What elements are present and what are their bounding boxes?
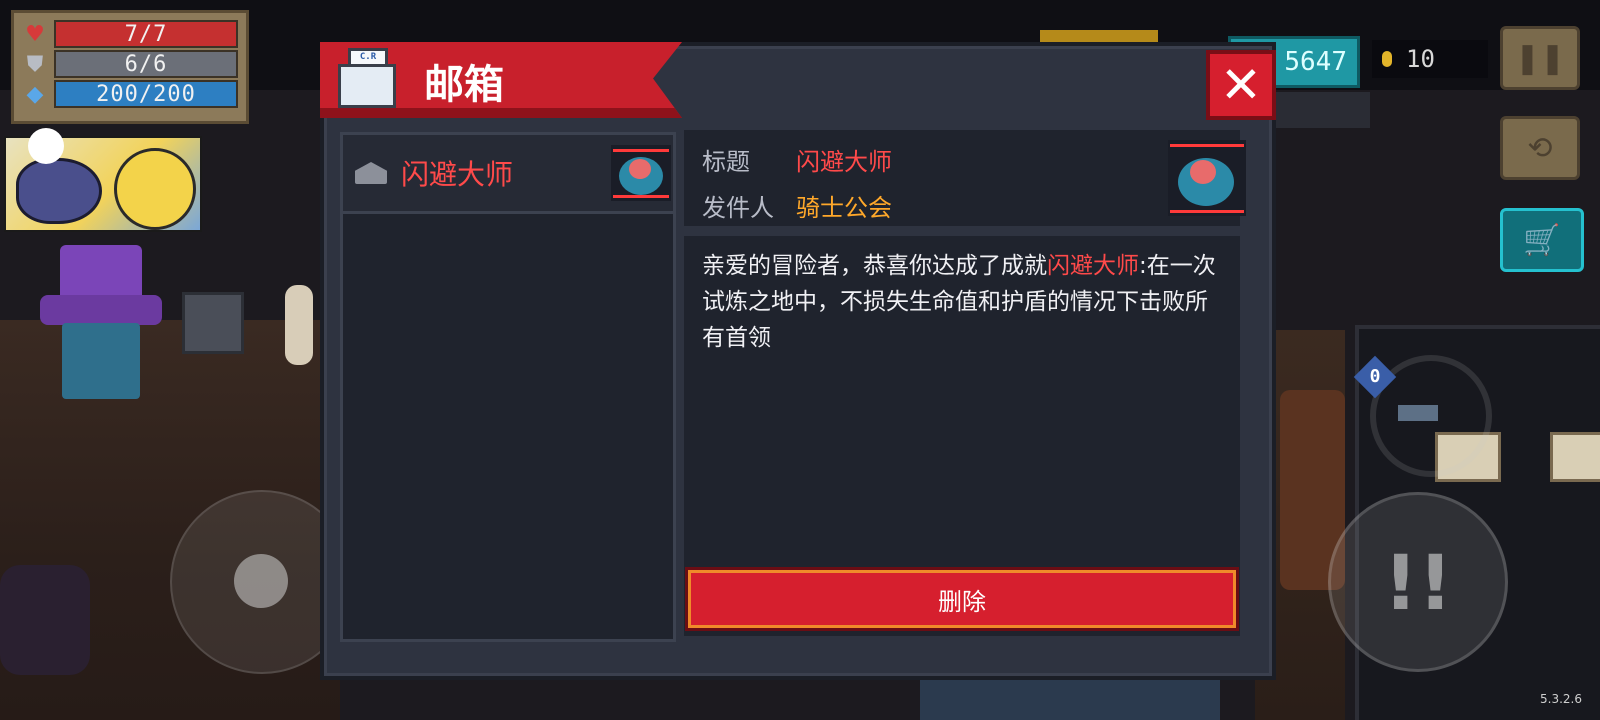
mailbox-dialog: C.R MAIL 邮箱 ✕ 闪避大师 标题 闪避大师 发件人 骑士公会 [320, 42, 1276, 680]
gacha-machine [40, 245, 162, 400]
coin-icon [1382, 51, 1392, 67]
mailbox-title: 邮箱 [424, 62, 504, 108]
sender-value: 骑士公会 [796, 194, 892, 222]
switch-weapon-icon: ⟲ [1527, 130, 1553, 166]
ammo-badge: 0 [1353, 355, 1397, 399]
cart-icon: 🛒 [1523, 222, 1561, 258]
sender-label: 发件人 [702, 194, 774, 222]
achievement-thumbnail [1168, 140, 1246, 216]
envelope-icon [355, 162, 387, 184]
subject-label: 标题 [702, 148, 750, 176]
touch-indicator [28, 128, 64, 164]
npc-character [0, 565, 90, 675]
achievement-name: 闪避大师 [1047, 253, 1139, 279]
energy-bar: 200/200 [54, 80, 238, 108]
shop-button[interactable]: 🛒 [1500, 208, 1584, 272]
close-icon: ✕ [1220, 56, 1262, 114]
switch-button[interactable]: ⟲ [1500, 116, 1580, 180]
mail-list-item-label: 闪避大师 [401, 158, 514, 191]
chest [182, 292, 244, 354]
gold-counter: 10 [1372, 40, 1488, 78]
joystick-knob[interactable] [234, 554, 288, 608]
heart-icon: ♥ [25, 21, 45, 47]
version-label: 5.3.2.6 [1540, 692, 1582, 706]
shield-icon: ⛊ [26, 51, 44, 77]
mail-list: 闪避大师 [340, 132, 676, 642]
lamp [285, 285, 313, 365]
pause-icon: ❚❚ [1514, 40, 1566, 76]
gold-amount: 10 [1406, 45, 1435, 73]
action-icon: !! [1383, 537, 1453, 627]
subject-value: 闪避大师 [796, 148, 892, 176]
mail-list-item[interactable]: 闪避大师 [343, 135, 673, 214]
pause-button[interactable]: ❚❚ [1500, 26, 1580, 90]
action-button[interactable]: !! [1328, 492, 1508, 672]
notice-board [1550, 432, 1600, 482]
hp-bar: 7/7 [54, 20, 238, 48]
armor-bar: 6/6 [54, 50, 238, 78]
mail-body-text: 亲爱的冒险者，恭喜你达成了成就闪避大师:在一次试炼之地中，不损失生命值和护盾的情… [702, 253, 1216, 351]
mail-info-panel: 标题 闪避大师 发件人 骑士公会 [684, 130, 1246, 226]
mail-icon: C.R MAIL [336, 48, 400, 112]
player-stats-panel: ♥ 7/7 ⛊ 6/6 ◆ 200/200 [11, 10, 249, 124]
delete-button[interactable]: 删除 [688, 570, 1236, 628]
mailbox-header: C.R MAIL 邮箱 [320, 42, 682, 118]
achievement-thumbnail [611, 145, 671, 201]
close-button[interactable]: ✕ [1206, 50, 1276, 120]
energy-icon: ◆ [26, 81, 44, 107]
